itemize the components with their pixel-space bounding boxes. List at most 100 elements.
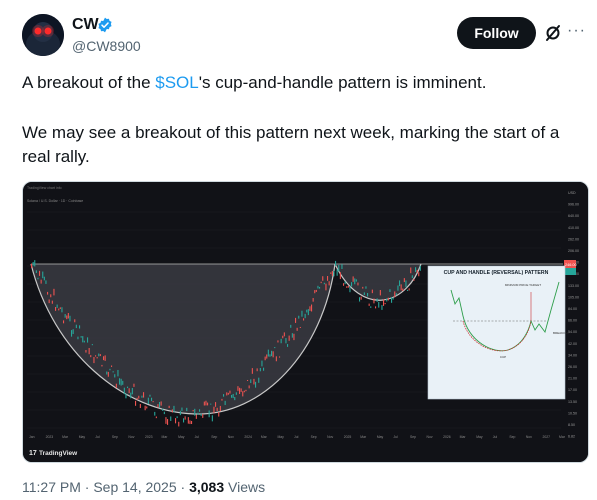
candle — [325, 283, 327, 291]
candle — [50, 294, 52, 298]
candle — [376, 298, 378, 302]
candle — [39, 270, 41, 276]
candle — [171, 409, 173, 413]
candle — [327, 276, 329, 281]
candle — [245, 389, 247, 392]
candle — [239, 387, 241, 394]
candle — [229, 390, 231, 394]
candle — [283, 332, 285, 337]
candle — [301, 310, 303, 317]
views-label: Views — [224, 479, 266, 495]
candle — [199, 409, 201, 412]
author-name[interactable]: CW — [72, 16, 99, 34]
grok-icon[interactable] — [543, 23, 563, 43]
candle — [115, 383, 117, 388]
candle — [175, 418, 177, 424]
candle — [403, 278, 405, 283]
candle — [250, 379, 252, 384]
candle — [354, 278, 356, 285]
candle — [402, 288, 404, 292]
candle — [405, 280, 407, 288]
candle — [224, 400, 226, 406]
candle — [263, 367, 265, 371]
candle — [362, 286, 364, 289]
candle — [135, 400, 137, 406]
price-scale-label: 206.00 — [568, 249, 579, 253]
candle — [307, 309, 309, 316]
author-handle[interactable]: @CW8900 — [72, 38, 141, 54]
follow-button[interactable]: Follow — [457, 17, 536, 49]
time-axis-label: 2024 — [244, 435, 252, 439]
candle — [77, 336, 79, 340]
candle — [231, 394, 233, 398]
avatar[interactable] — [22, 14, 64, 56]
inset-cup-label: CUP — [500, 355, 506, 359]
candle — [237, 386, 239, 391]
candle — [55, 307, 57, 311]
candle — [109, 368, 111, 371]
candle — [200, 413, 202, 416]
candle — [371, 289, 373, 294]
candle — [368, 303, 370, 306]
candle — [165, 417, 167, 424]
chart-image[interactable]: TradingView chart info Solana / U.S. Dol… — [22, 181, 589, 463]
candle — [352, 276, 354, 282]
time-axis-label: Nov — [526, 435, 532, 439]
price-scale-label: 133.00 — [568, 284, 579, 288]
more-options-icon[interactable]: ··· — [567, 22, 586, 40]
candle — [160, 401, 162, 406]
price-scale-label: 8.50 — [568, 423, 575, 427]
candle — [255, 381, 257, 388]
cashtag-link[interactable]: $SOL — [155, 73, 198, 92]
candle — [407, 289, 409, 292]
time-axis-label: Mar — [261, 435, 268, 439]
time-axis-label: Jul — [393, 435, 398, 439]
candle — [42, 271, 44, 279]
candle — [91, 344, 93, 346]
cup-handle-inset: CUP AND HANDLE (REVERSAL) PATTERN MINIMU… — [427, 265, 570, 400]
candle — [247, 379, 249, 381]
candle — [343, 283, 345, 286]
candle — [143, 392, 145, 398]
time-axis-label: Mar — [62, 435, 69, 439]
candle — [71, 330, 73, 337]
candle — [355, 279, 357, 282]
candle — [146, 406, 148, 409]
candle — [122, 380, 124, 385]
candle — [167, 419, 169, 425]
candle — [80, 336, 82, 338]
price-scale-label: 640.00 — [568, 214, 579, 218]
candle — [31, 263, 33, 269]
candle — [72, 329, 74, 335]
candle — [397, 285, 399, 291]
candle — [282, 335, 284, 339]
candle — [295, 317, 297, 323]
watermark-text: TradingView — [39, 450, 78, 457]
candle — [331, 270, 333, 276]
time-axis-label: Sep — [509, 435, 515, 439]
candle — [223, 394, 225, 397]
current-price-label: 246.00 — [565, 263, 577, 267]
candle — [183, 418, 185, 423]
candle — [389, 289, 391, 293]
tweet-text-line-1: A breakout of the $SOL's cup-and-handle … — [22, 72, 486, 94]
candle — [293, 333, 295, 341]
candle — [394, 291, 396, 298]
price-scale-label: 996.00 — [568, 203, 579, 207]
candle — [202, 413, 204, 418]
candle — [215, 402, 217, 407]
time-axis-label: Nov — [228, 435, 234, 439]
candle — [248, 385, 250, 389]
time-axis-label: Jul — [95, 435, 100, 439]
time-axis-label: Mar — [360, 435, 367, 439]
candle — [90, 355, 92, 358]
candle — [162, 408, 164, 411]
time-axis-label: Jul — [493, 435, 498, 439]
time-axis-label: 2027 — [542, 435, 550, 439]
candle — [320, 281, 322, 284]
tweet-timestamp[interactable]: 11:27 PM · Sep 14, 2025 · — [22, 479, 189, 495]
candle — [363, 292, 365, 296]
time-axis-label: 2023 — [145, 435, 153, 439]
chart-header-text: TradingView chart info — [27, 186, 62, 190]
candle — [40, 279, 42, 284]
